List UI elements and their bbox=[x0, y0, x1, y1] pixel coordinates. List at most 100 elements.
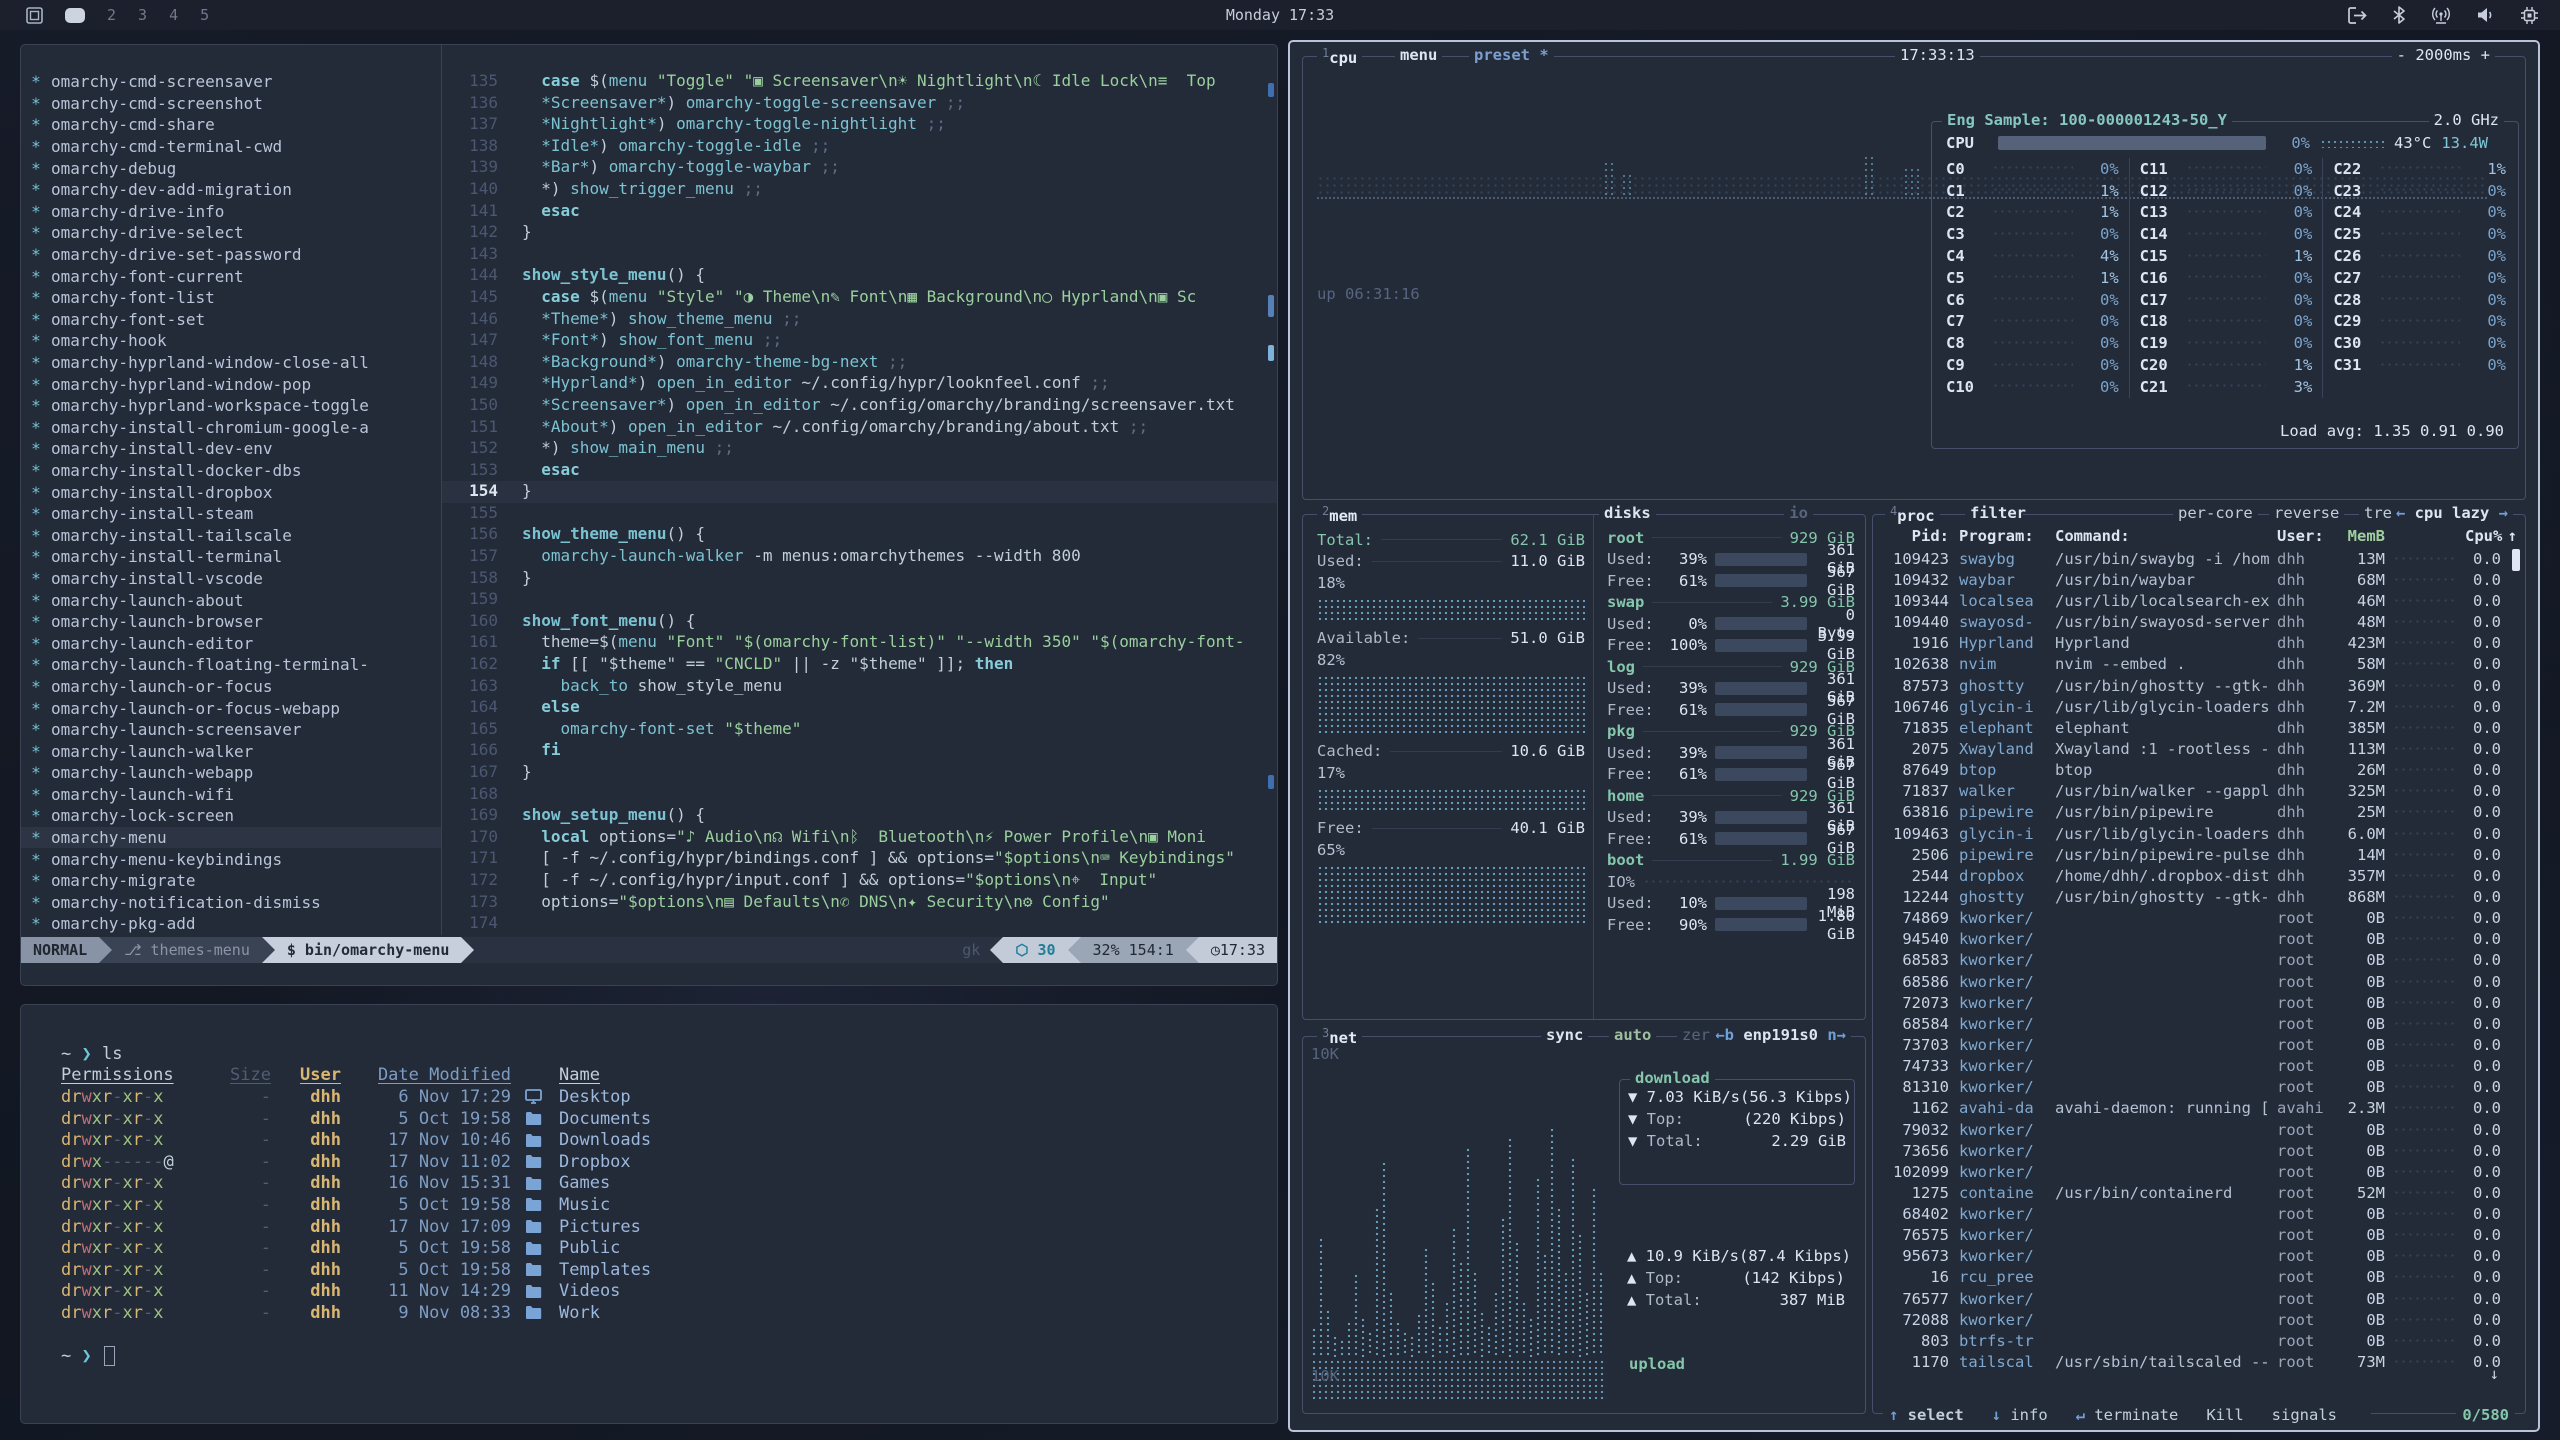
file-item[interactable]: *omarchy-hyprland-window-pop bbox=[21, 373, 441, 395]
process-row[interactable]: 73703kworker/root0B0.0 bbox=[1881, 1034, 2517, 1055]
process-row[interactable]: 76577kworker/root0B0.0 bbox=[1881, 1288, 2517, 1309]
proc-sort[interactable]: ← cpu lazy → bbox=[2391, 504, 2513, 522]
process-row[interactable]: 2506pipewire/usr/bin/pipewire-pulsedhh14… bbox=[1881, 844, 2517, 865]
scrollbar-mark[interactable] bbox=[1268, 345, 1274, 361]
process-row[interactable]: 68583kworker/root0B0.0 bbox=[1881, 950, 2517, 971]
file-item[interactable]: *omarchy-install-tailscale bbox=[21, 524, 441, 546]
process-row[interactable]: 72073kworker/root0B0.0 bbox=[1881, 992, 2517, 1013]
proc-panel-title[interactable]: 4proc bbox=[1885, 504, 1940, 525]
bluetooth-icon[interactable] bbox=[2393, 6, 2405, 24]
process-row[interactable]: 87573ghostty/usr/bin/ghostty --gtk-dhh36… bbox=[1881, 675, 2517, 696]
file-item[interactable]: *omarchy-hook bbox=[21, 330, 441, 352]
file-item[interactable]: *omarchy-cmd-screensaver bbox=[21, 71, 441, 93]
process-row[interactable]: 102099kworker/root0B0.0 bbox=[1881, 1161, 2517, 1182]
proc-tab-reverse[interactable]: reverse bbox=[2269, 504, 2344, 522]
scrollbar-mark[interactable] bbox=[1268, 83, 1274, 97]
process-row[interactable]: 76575kworker/root0B0.0 bbox=[1881, 1225, 2517, 1246]
process-row[interactable]: 109423swaybg/usr/bin/swaybg -i /homdhh13… bbox=[1881, 548, 2517, 569]
process-row[interactable]: 94540kworker/root0B0.0 bbox=[1881, 929, 2517, 950]
file-item[interactable]: *omarchy-pkg-add bbox=[21, 913, 441, 935]
net-interface[interactable]: ←b enp191s0 n→ bbox=[1710, 1026, 1851, 1044]
file-item[interactable]: *omarchy-notification-dismiss bbox=[21, 892, 441, 914]
process-row[interactable]: 2075XwaylandXwayland :1 -rootless -dhh11… bbox=[1881, 738, 2517, 759]
io-tab[interactable]: io bbox=[1784, 504, 1813, 522]
process-row[interactable]: 109432waybar/usr/bin/waybardhh68M0.0 bbox=[1881, 569, 2517, 590]
process-row[interactable]: 1162avahi-daavahi-daemon: running [avahi… bbox=[1881, 1098, 2517, 1119]
file-item[interactable]: *omarchy-menu-keybindings bbox=[21, 848, 441, 870]
workspace-1-active[interactable] bbox=[65, 8, 85, 23]
chip-icon[interactable] bbox=[2521, 7, 2538, 24]
proc-footer-keys[interactable]: ↑ select ↓ info ↵ terminate Kill signals bbox=[1883, 1406, 2371, 1424]
scrollbar-mark[interactable] bbox=[1268, 775, 1274, 789]
process-row[interactable]: 1275containe/usr/bin/containerdroot52M0.… bbox=[1881, 1182, 2517, 1203]
file-item[interactable]: *omarchy-cmd-screenshot bbox=[21, 93, 441, 115]
process-row[interactable]: 63816pipewire/usr/bin/pipewiredhh25M0.0 bbox=[1881, 802, 2517, 823]
workspace-3[interactable]: 3 bbox=[138, 6, 147, 24]
file-item[interactable]: *omarchy-launch-or-focus-webapp bbox=[21, 697, 441, 719]
file-item[interactable]: *omarchy-font-set bbox=[21, 309, 441, 331]
net-tab-auto[interactable]: auto bbox=[1609, 1026, 1656, 1044]
proc-tab-filter[interactable]: filter bbox=[1965, 504, 2031, 522]
file-item[interactable]: *omarchy-hyprland-workspace-toggle bbox=[21, 395, 441, 417]
file-item[interactable]: *omarchy-launch-browser bbox=[21, 611, 441, 633]
process-row[interactable]: 68584kworker/root0B0.0 bbox=[1881, 1013, 2517, 1034]
file-item[interactable]: *omarchy-launch-walker bbox=[21, 740, 441, 762]
file-item[interactable]: *omarchy-drive-select bbox=[21, 222, 441, 244]
mem-panel-title[interactable]: 2mem bbox=[1317, 504, 1362, 525]
scroll-down-arrow[interactable]: ↓ bbox=[2490, 1365, 2499, 1383]
code-pane[interactable]: 135 case $(menu "Toggle" "▣ Screensaver\… bbox=[442, 45, 1277, 935]
process-row[interactable]: 16rcu_preeroot0B0.0 bbox=[1881, 1267, 2517, 1288]
proc-scrollbar[interactable] bbox=[2512, 549, 2520, 571]
file-item[interactable]: *omarchy-launch-wifi bbox=[21, 784, 441, 806]
file-item[interactable]: *omarchy-drive-set-password bbox=[21, 244, 441, 266]
process-row[interactable]: 71837walker/usr/bin/walker --gappldhh325… bbox=[1881, 781, 2517, 802]
file-list-pane[interactable]: *omarchy-cmd-screensaver*omarchy-cmd-scr… bbox=[21, 45, 441, 935]
file-item[interactable]: *omarchy-font-list bbox=[21, 287, 441, 309]
process-row[interactable]: 74869kworker/root0B0.0 bbox=[1881, 908, 2517, 929]
file-item[interactable]: *omarchy-menu bbox=[21, 827, 441, 849]
scrollbar-mark[interactable] bbox=[1268, 295, 1274, 317]
volume-icon[interactable] bbox=[2477, 7, 2495, 23]
file-item[interactable]: *omarchy-migrate bbox=[21, 870, 441, 892]
process-row[interactable]: 68402kworker/root0B0.0 bbox=[1881, 1204, 2517, 1225]
file-item[interactable]: *omarchy-launch-webapp bbox=[21, 762, 441, 784]
cpu-panel-title[interactable]: 1cpu bbox=[1317, 46, 1362, 67]
file-item[interactable]: *omarchy-lock-screen bbox=[21, 805, 441, 827]
file-item[interactable]: *omarchy-install-steam bbox=[21, 503, 441, 525]
cpu-tab-menu[interactable]: menu bbox=[1395, 46, 1442, 64]
file-item[interactable]: *omarchy-launch-editor bbox=[21, 632, 441, 654]
process-row[interactable]: 87649btopbtopdhh26M0.0 bbox=[1881, 760, 2517, 781]
process-row[interactable]: 803btrfs-trroot0B0.0 bbox=[1881, 1330, 2517, 1351]
process-row[interactable]: 73656kworker/root0B0.0 bbox=[1881, 1140, 2517, 1161]
file-item[interactable]: *omarchy-launch-or-focus bbox=[21, 676, 441, 698]
filter-input[interactable] bbox=[2023, 514, 2163, 515]
process-row[interactable]: 68586kworker/root0B0.0 bbox=[1881, 971, 2517, 992]
process-row[interactable]: 1170tailscal/usr/sbin/tailscaled --root7… bbox=[1881, 1351, 2517, 1372]
file-item[interactable]: *omarchy-drive-info bbox=[21, 201, 441, 223]
process-list[interactable]: 109423swaybg/usr/bin/swaybg -i /homdhh13… bbox=[1873, 546, 2525, 1372]
process-row[interactable]: 79032kworker/root0B0.0 bbox=[1881, 1119, 2517, 1140]
process-row[interactable]: 74733kworker/root0B0.0 bbox=[1881, 1056, 2517, 1077]
file-item[interactable]: *omarchy-launch-about bbox=[21, 589, 441, 611]
file-item[interactable]: *omarchy-install-dropbox bbox=[21, 481, 441, 503]
process-row[interactable]: 109344localsea/usr/lib/localsearch-exdhh… bbox=[1881, 590, 2517, 611]
process-row[interactable]: 72088kworker/root0B0.0 bbox=[1881, 1309, 2517, 1330]
file-item[interactable]: *omarchy-install-terminal bbox=[21, 546, 441, 568]
process-row[interactable]: 106746glycin-i/usr/lib/glycin-loadersdhh… bbox=[1881, 696, 2517, 717]
process-row[interactable]: 12244ghostty/usr/bin/ghostty --gtk-dhh86… bbox=[1881, 886, 2517, 907]
process-row[interactable]: 1916HyprlandHyprlanddhh423M0.0 bbox=[1881, 633, 2517, 654]
file-item[interactable]: *omarchy-launch-screensaver bbox=[21, 719, 441, 741]
network-icon[interactable] bbox=[2431, 7, 2451, 24]
ls-terminal-window[interactable]: ~ ❯ lsPermissionsSizeUserDate ModifiedNa… bbox=[20, 1004, 1278, 1424]
process-row[interactable]: 71835elephantelephantdhh385M0.0 bbox=[1881, 717, 2517, 738]
workspace-5[interactable]: 5 bbox=[200, 6, 209, 24]
file-item[interactable]: *omarchy-font-current bbox=[21, 265, 441, 287]
prompt-line[interactable]: ~ ❯ bbox=[61, 1345, 1277, 1367]
workspace-2[interactable]: 2 bbox=[107, 6, 116, 24]
btop-window[interactable]: 1cpu menu preset * 17:33:13 - 2000ms + u… bbox=[1288, 40, 2540, 1432]
update-interval[interactable]: - 2000ms + bbox=[2392, 46, 2495, 64]
file-item[interactable]: *omarchy-install-docker-dbs bbox=[21, 460, 441, 482]
process-row[interactable]: 109440swayosd-/usr/bin/swayosd-serverdhh… bbox=[1881, 612, 2517, 633]
file-item[interactable]: *omarchy-cmd-terminal-cwd bbox=[21, 136, 441, 158]
editor-terminal-window[interactable]: *omarchy-cmd-screensaver*omarchy-cmd-scr… bbox=[20, 44, 1278, 986]
